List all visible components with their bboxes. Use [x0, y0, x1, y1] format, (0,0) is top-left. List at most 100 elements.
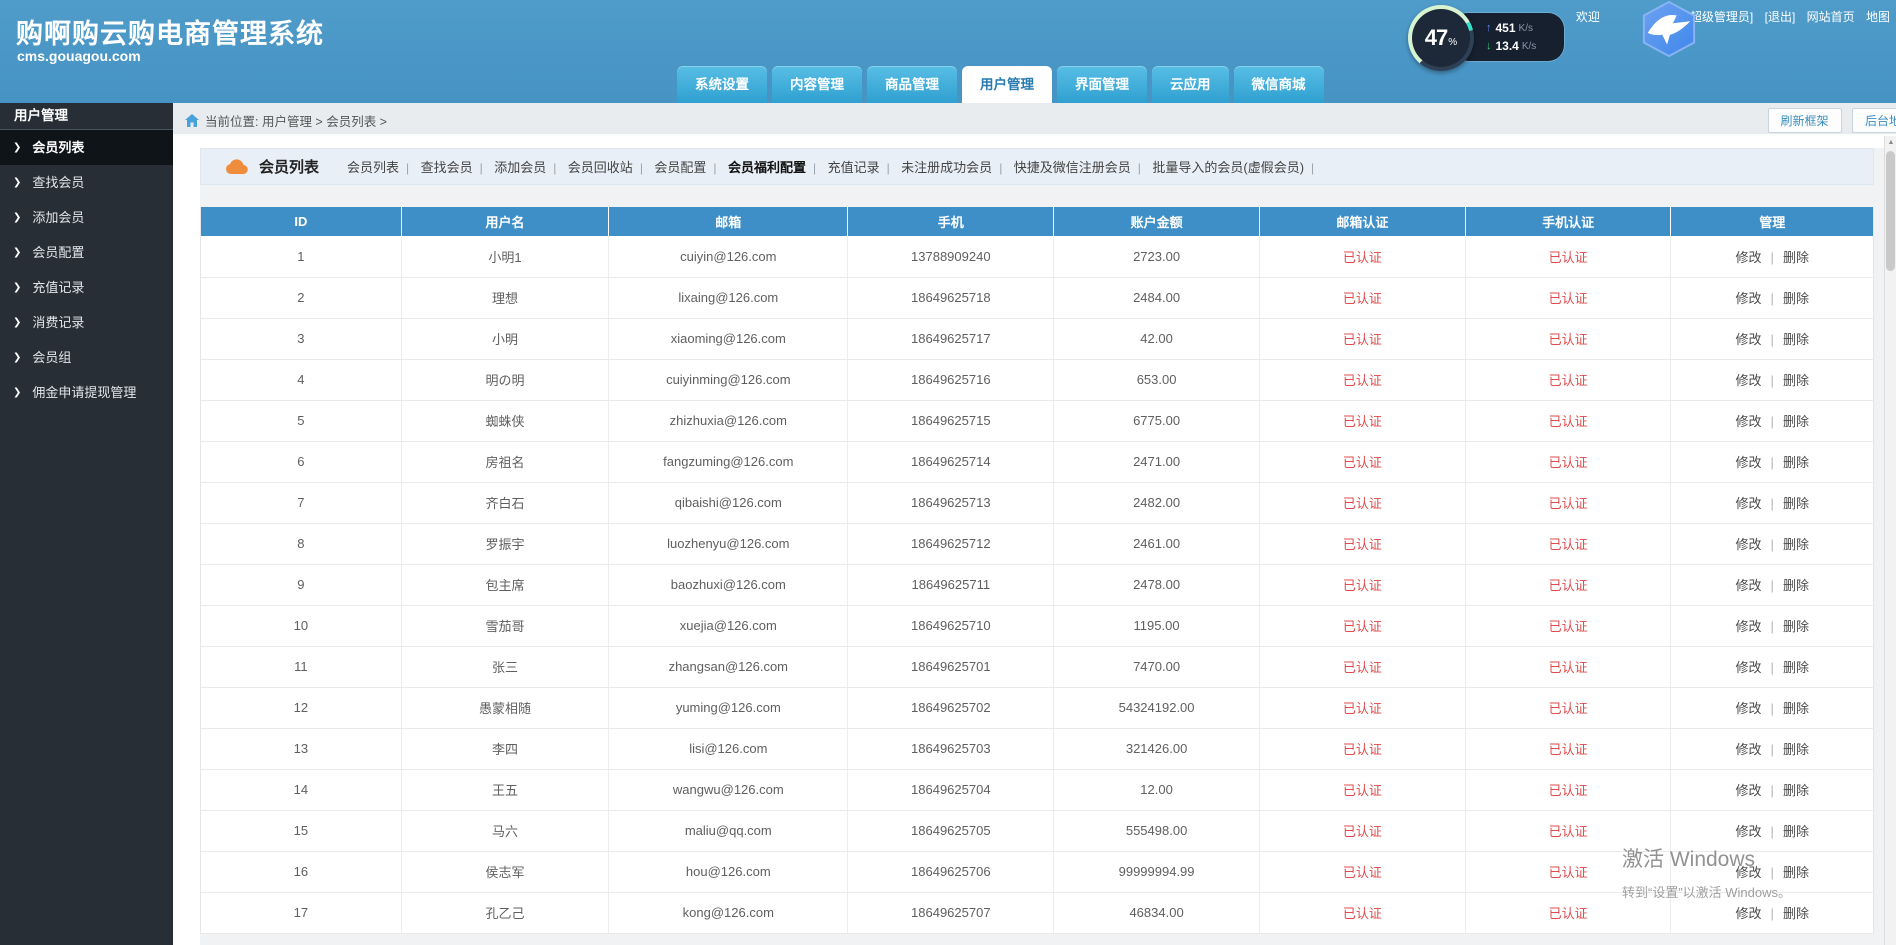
cell-username: 马六 — [400, 810, 609, 852]
main-tab[interactable]: 微信商城 — [1233, 66, 1324, 103]
main-tab[interactable]: 云应用 — [1152, 66, 1229, 103]
submenu-link[interactable]: 会员福利配置 — [728, 160, 806, 175]
table-row: 8 罗振宇 luozhenyu@126.com 18649625712 2461… — [200, 523, 1874, 565]
cell-balance: 321426.00 — [1053, 728, 1260, 770]
cell-username: 小明1 — [400, 236, 609, 278]
edit-link[interactable]: 修改 — [1736, 455, 1762, 470]
cell-manage: 修改 | 删除 — [1670, 605, 1874, 647]
logout-link[interactable]: [退出] — [1765, 10, 1796, 24]
backend-map-button[interactable]: 后台地图 — [1851, 108, 1896, 133]
table-row: 10 雪茄哥 xuejia@126.com 18649625710 1195.0… — [200, 605, 1874, 647]
delete-link[interactable]: 删除 — [1783, 660, 1809, 675]
cell-email: lixaing@126.com — [608, 277, 848, 319]
scrollbar-thumb[interactable] — [1886, 151, 1895, 271]
vertical-scrollbar[interactable]: ▲ — [1884, 136, 1896, 945]
sidebar-title: 用户管理 — [0, 103, 173, 130]
delete-link[interactable]: 删除 — [1783, 742, 1809, 757]
scroll-up-icon[interactable]: ▲ — [1885, 136, 1896, 150]
sidebar-item[interactable]: ❯ 佣金申请提现管理 — [0, 375, 173, 410]
cell-phone: 18649625703 — [847, 728, 1054, 770]
submenu-link[interactable]: 未注册成功会员 — [901, 160, 992, 175]
delete-link[interactable]: 删除 — [1783, 783, 1809, 798]
submenu-link[interactable]: 会员配置 — [654, 160, 706, 175]
thunder-bird-icon[interactable] — [1638, 0, 1700, 58]
table-row: 12 愚蒙相随 yuming@126.com 18649625702 54324… — [200, 687, 1874, 729]
cell-phone: 18649625712 — [847, 523, 1054, 565]
sidebar-item[interactable]: ❯ 会员配置 — [0, 235, 173, 270]
table-row: 4 明の明 cuiyinming@126.com 18649625716 653… — [200, 359, 1874, 401]
edit-link[interactable]: 修改 — [1736, 414, 1762, 429]
edit-link[interactable]: 修改 — [1736, 373, 1762, 388]
edit-link[interactable]: 修改 — [1736, 332, 1762, 347]
progress-gauge[interactable]: 47 % — [1408, 5, 1474, 71]
edit-link[interactable]: 修改 — [1736, 496, 1762, 511]
main-tab[interactable]: 系统设置 — [677, 66, 767, 103]
sidebar-item[interactable]: ❯ 添加会员 — [0, 200, 173, 235]
delete-link[interactable]: 删除 — [1783, 455, 1809, 470]
edit-link[interactable]: 修改 — [1736, 619, 1762, 634]
delete-link[interactable]: 删除 — [1783, 619, 1809, 634]
edit-link[interactable]: 修改 — [1736, 783, 1762, 798]
sidebar-item[interactable]: ❯ 消费记录 — [0, 305, 173, 340]
submenu-separator: | — [886, 160, 890, 175]
main-tab-label: 微信商城 — [1251, 77, 1306, 92]
delete-link[interactable]: 删除 — [1783, 701, 1809, 716]
phone-verified-badge: 已认证 — [1464, 851, 1671, 893]
submenu-link[interactable]: 充值记录 — [828, 160, 880, 175]
submenu-link[interactable]: 添加会员 — [494, 160, 546, 175]
edit-link[interactable]: 修改 — [1736, 250, 1762, 265]
submenu-link[interactable]: 会员回收站 — [568, 160, 633, 175]
cell-id: 2 — [200, 277, 402, 319]
edit-link[interactable]: 修改 — [1736, 291, 1762, 306]
col-phone-verify: 手机认证 — [1464, 207, 1671, 236]
sidebar-item[interactable]: ❯ 会员列表 — [0, 130, 173, 165]
email-verified-badge: 已认证 — [1258, 728, 1466, 770]
edit-link[interactable]: 修改 — [1736, 701, 1762, 716]
cell-username: 包主席 — [400, 564, 609, 606]
edit-link[interactable]: 修改 — [1736, 906, 1762, 921]
delete-link[interactable]: 删除 — [1783, 250, 1809, 265]
delete-link[interactable]: 删除 — [1783, 865, 1809, 880]
edit-link[interactable]: 修改 — [1736, 865, 1762, 880]
edit-link[interactable]: 修改 — [1736, 742, 1762, 757]
site-map-link[interactable]: 地图 — [1866, 10, 1890, 24]
sidebar-item-label: 会员组 — [32, 350, 72, 365]
submenu-link[interactable]: 查找会员 — [421, 160, 473, 175]
submenu-link[interactable]: 会员列表 — [347, 160, 399, 175]
cell-phone: 18649625707 — [847, 892, 1054, 934]
delete-link[interactable]: 删除 — [1783, 537, 1809, 552]
chevron-right-icon: ❯ — [13, 282, 22, 293]
edit-link[interactable]: 修改 — [1736, 824, 1762, 839]
delete-link[interactable]: 删除 — [1783, 578, 1809, 593]
delete-link[interactable]: 删除 — [1783, 906, 1809, 921]
main-content: 会员列表 会员列表 | 查找会员 | 添加会员 | 会员回收站 | 会员配置 | 会员福利… — [173, 136, 1896, 945]
edit-link[interactable]: 修改 — [1736, 660, 1762, 675]
delete-link[interactable]: 删除 — [1783, 824, 1809, 839]
phone-verified-badge: 已认证 — [1464, 769, 1671, 811]
delete-link[interactable]: 删除 — [1783, 414, 1809, 429]
phone-verified-badge: 已认证 — [1464, 482, 1671, 524]
delete-link[interactable]: 删除 — [1783, 291, 1809, 306]
site-home-link[interactable]: 网站首页 — [1807, 10, 1855, 24]
main-tab[interactable]: 内容管理 — [772, 66, 862, 103]
submenu-link[interactable]: 快捷及微信注册会员 — [1014, 160, 1131, 175]
delete-link[interactable]: 删除 — [1783, 373, 1809, 388]
gauge-percent: 47 — [1424, 25, 1449, 50]
delete-link[interactable]: 删除 — [1783, 496, 1809, 511]
sidebar-item[interactable]: ❯ 查找会员 — [0, 165, 173, 200]
edit-link[interactable]: 修改 — [1736, 537, 1762, 552]
refresh-frame-button[interactable]: 刷新框架 — [1767, 108, 1842, 133]
cell-username: 理想 — [400, 277, 609, 319]
sidebar-item[interactable]: ❯ 会员组 — [0, 340, 173, 375]
cell-phone: 18649625711 — [847, 564, 1054, 606]
delete-link[interactable]: 删除 — [1783, 332, 1809, 347]
email-verified-badge: 已认证 — [1258, 359, 1466, 401]
edit-link[interactable]: 修改 — [1736, 578, 1762, 593]
submenu-link[interactable]: 批量导入的会员(虚假会员) — [1152, 160, 1304, 175]
main-tab[interactable]: 商品管理 — [867, 66, 957, 103]
cell-phone: 18649625701 — [847, 646, 1054, 688]
main-tab[interactable]: 界面管理 — [1057, 66, 1147, 103]
cell-phone: 18649625717 — [847, 318, 1054, 360]
sidebar-item[interactable]: ❯ 充值记录 — [0, 270, 173, 305]
main-tab[interactable]: 用户管理 — [962, 66, 1052, 103]
